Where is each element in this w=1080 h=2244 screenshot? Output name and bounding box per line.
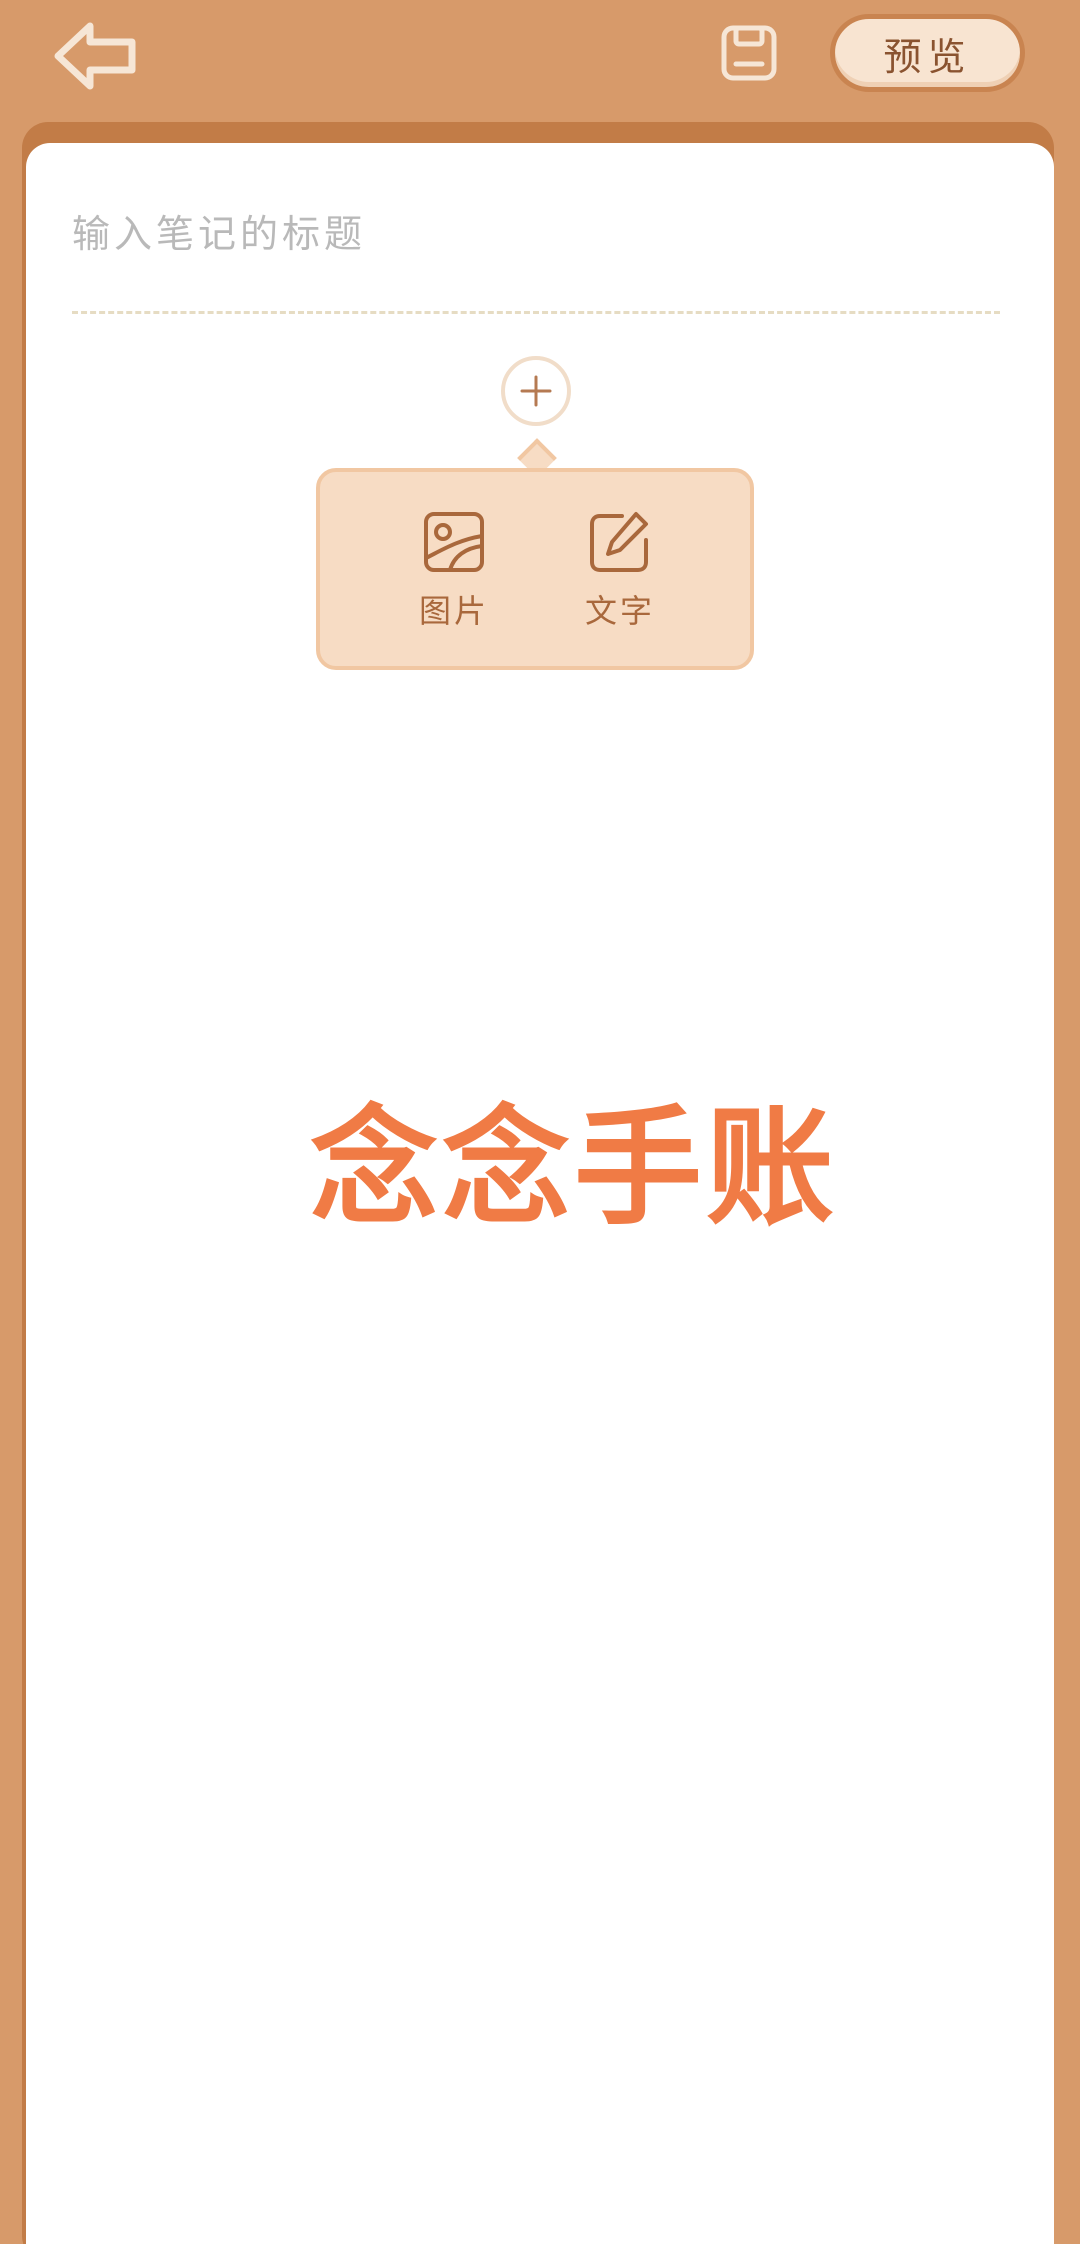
add-text-label: 文字 xyxy=(584,592,655,630)
edit-text-icon xyxy=(590,512,648,572)
title-divider xyxy=(72,311,1000,314)
back-button[interactable] xyxy=(50,18,140,94)
floppy-disk-icon xyxy=(721,25,777,81)
add-content-button[interactable] xyxy=(501,356,571,426)
note-editor-screen: 预览 图片 xyxy=(0,0,1080,2244)
save-button[interactable] xyxy=(718,22,780,84)
image-icon xyxy=(424,512,484,572)
note-title-input[interactable] xyxy=(72,198,992,270)
add-image-option[interactable]: 图片 xyxy=(399,510,509,640)
back-arrow-icon xyxy=(54,22,136,90)
plus-icon xyxy=(520,375,552,407)
add-content-menu: 图片 文字 xyxy=(316,468,754,670)
add-image-label: 图片 xyxy=(418,592,489,630)
app-watermark: 念念手账 xyxy=(310,1094,839,1243)
preview-button[interactable]: 预览 xyxy=(830,14,1025,92)
add-text-option[interactable]: 文字 xyxy=(565,510,675,640)
preview-button-label: 预览 xyxy=(883,34,972,79)
